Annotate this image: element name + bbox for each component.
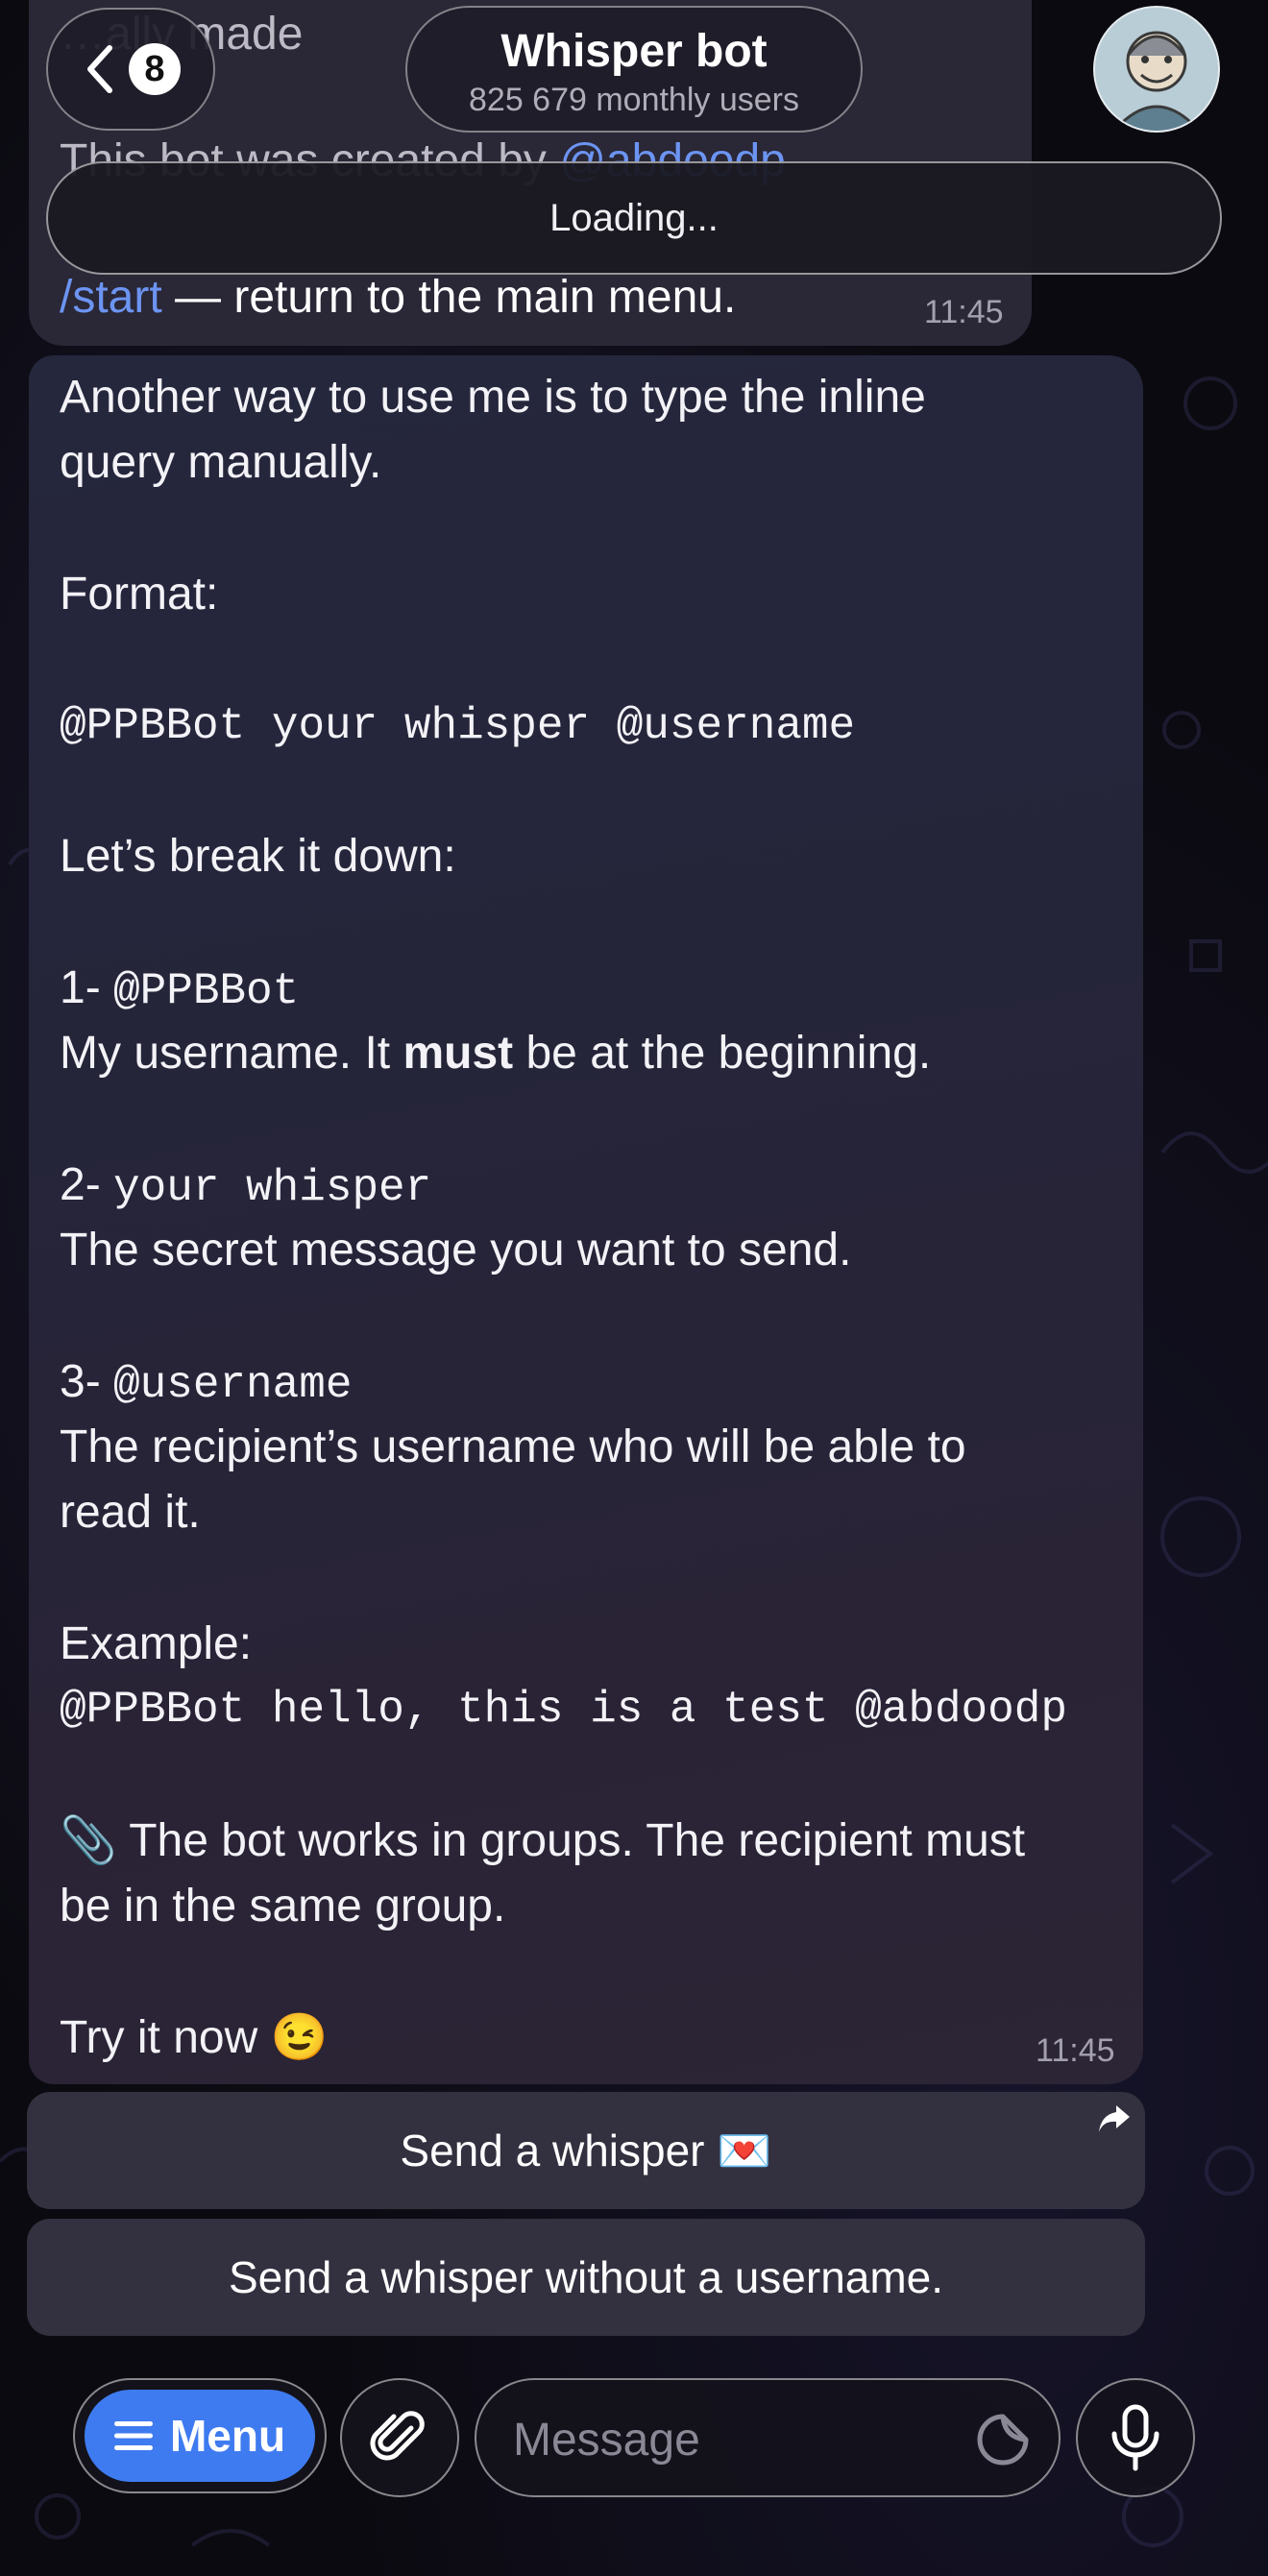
item3-number: 3- bbox=[60, 1356, 114, 1407]
chat-title-pill[interactable]: Whisper bot 825 679 monthly users bbox=[405, 6, 863, 133]
start-command-link[interactable]: /start bbox=[60, 272, 162, 323]
item1-desc-b: be at the beginning. bbox=[513, 1028, 932, 1079]
previous-message-time: 11:45 bbox=[924, 294, 1004, 330]
item3-desc-line2: read it. bbox=[60, 1487, 201, 1538]
breakdown-label: Let’s break it down: bbox=[60, 831, 456, 882]
loading-indicator: Loading... bbox=[46, 161, 1222, 275]
share-arrow-icon bbox=[1099, 2105, 1130, 2132]
message-time: 11:45 bbox=[1036, 2032, 1115, 2069]
item1-desc-a: My username. It bbox=[60, 1028, 403, 1079]
item1-number: 1- bbox=[60, 962, 114, 1013]
format-code[interactable]: @PPBBot your whisper @username bbox=[60, 693, 855, 759]
bot-avatar-icon bbox=[1095, 8, 1218, 131]
paperclip-icon bbox=[370, 2411, 425, 2461]
microphone-icon bbox=[1111, 2404, 1159, 2471]
attach-button[interactable] bbox=[340, 2378, 459, 2497]
note-line2: be in the same group. bbox=[60, 1881, 506, 1932]
item1-desc: My username. It must be at the beginning… bbox=[60, 1021, 931, 1086]
item3-desc-line1: The recipient’s username who will be abl… bbox=[60, 1422, 966, 1472]
send-whisper-label: Send a whisper 💌 bbox=[400, 2125, 772, 2175]
unread-count-badge: 8 bbox=[129, 43, 181, 95]
example-label: Example: bbox=[60, 1618, 253, 1669]
item3-line: 3- @username bbox=[60, 1349, 352, 1418]
format-label: Format: bbox=[60, 569, 219, 620]
item1-line: 1- @PPBBot bbox=[60, 956, 299, 1024]
message-intro-line1: Another way to use me is to type the inl… bbox=[60, 372, 926, 423]
note-line1: 📎 The bot works in groups. The recipient… bbox=[60, 1815, 1026, 1866]
chevron-left-icon bbox=[87, 45, 112, 93]
item1-code[interactable]: @PPBBot bbox=[113, 966, 299, 1016]
voice-message-button[interactable] bbox=[1076, 2378, 1195, 2497]
back-button[interactable]: 8 bbox=[46, 8, 215, 131]
item2-desc: The secret message you want to send. bbox=[60, 1225, 852, 1276]
item2-number: 2- bbox=[60, 1159, 114, 1210]
hamburger-icon bbox=[113, 2421, 153, 2450]
item2-code[interactable]: your whisper bbox=[113, 1163, 431, 1213]
avatar[interactable] bbox=[1093, 6, 1220, 133]
chat-title: Whisper bot bbox=[500, 26, 768, 77]
send-whisper-without-username-label: Send a whisper without a username. bbox=[228, 2252, 944, 2302]
send-whisper-without-username-button[interactable]: Send a whisper without a username. bbox=[27, 2219, 1145, 2336]
message-intro-line2: query manually. bbox=[60, 437, 382, 488]
menu-label: Menu bbox=[169, 2411, 286, 2461]
item1-desc-bold: must bbox=[402, 1028, 514, 1079]
message-input[interactable] bbox=[511, 2405, 928, 2474]
send-whisper-button[interactable]: Send a whisper 💌 bbox=[27, 2092, 1145, 2209]
example-code[interactable]: @PPBBot hello, this is a test @abdoodp bbox=[60, 1677, 1067, 1742]
menu-button[interactable]: Menu bbox=[85, 2390, 315, 2482]
message-input-field[interactable] bbox=[475, 2378, 1061, 2497]
previous-message-start-line: /start — return to the main menu. bbox=[60, 271, 736, 324]
item2-line: 2- your whisper bbox=[60, 1153, 431, 1221]
item3-code[interactable]: @username bbox=[113, 1360, 352, 1410]
try-now-text: Try it now 😉 bbox=[60, 2012, 329, 2063]
sticker-icon[interactable] bbox=[974, 2411, 1032, 2468]
start-command-desc: — return to the main menu. bbox=[161, 272, 737, 323]
chat-subtitle: 825 679 monthly users bbox=[469, 82, 799, 118]
